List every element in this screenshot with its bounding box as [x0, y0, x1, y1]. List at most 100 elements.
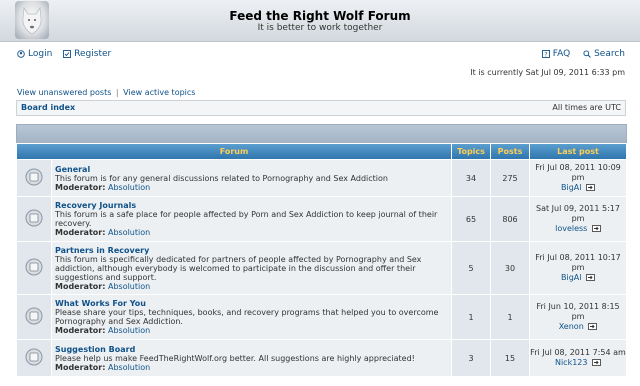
view-latest-post-icon[interactable] [586, 184, 595, 191]
table-row: Partners in Recovery This forum is speci… [17, 242, 626, 294]
forum-read-icon [25, 258, 43, 276]
moderator-label: Moderator: [55, 228, 106, 237]
last-post-user-link[interactable]: BigAl [561, 273, 581, 282]
last-post: Fri Jun 10, 2011 8:15 pm Xenon [530, 295, 626, 339]
last-post-user-link[interactable]: Nick123 [555, 358, 588, 367]
forum-info: Recovery Journals This forum is a safe p… [52, 197, 451, 241]
topics-count: 5 [452, 242, 490, 294]
posts-count: 806 [491, 197, 529, 241]
register-label[interactable]: Register [74, 49, 111, 59]
search-link[interactable]: Search [583, 49, 625, 59]
last-post-date: Fri Jun 10, 2011 8:15 pm [536, 302, 620, 321]
timezone-note: All times are UTC [552, 103, 621, 112]
register-icon [63, 50, 72, 58]
table-row: General This forum is for any general di… [17, 160, 626, 196]
forum-read-icon [25, 307, 43, 325]
view-latest-post-icon[interactable] [588, 323, 598, 330]
forum-read-icon [25, 348, 43, 366]
svg-text:?: ? [544, 52, 547, 59]
moderator-link[interactable]: Absolution [108, 326, 150, 335]
current-time: It is currently Sat Jul 09, 2011 6:33 pm [470, 68, 625, 77]
login-label[interactable]: Login [28, 49, 52, 59]
moderator-label: Moderator: [55, 326, 106, 335]
last-post: Fri Jul 08, 2011 10:09 pm BigAl [530, 160, 626, 196]
forum-icon-cell [17, 160, 51, 196]
posts-count: 30 [491, 242, 529, 294]
last-post-date: Fri Jul 08, 2011 10:09 pm [535, 163, 621, 182]
forum-read-icon [25, 209, 43, 227]
user-navbar: Login Register ? FAQ Search [17, 49, 625, 61]
forum-info: Suggestion Board Please help us make Fee… [52, 340, 451, 376]
last-post-user-link[interactable]: Xenon [559, 322, 584, 331]
view-latest-post-icon[interactable] [586, 274, 595, 281]
posts-count: 15 [491, 340, 529, 376]
topics-column-header: Topics [452, 144, 490, 159]
moderator-label: Moderator: [55, 182, 106, 192]
table-row: What Works For You Please share your tip… [17, 295, 626, 339]
topics-count: 3 [452, 340, 490, 376]
last-post-date: Sat Jul 09, 2011 5:17 pm [536, 204, 620, 223]
moderator-label: Moderator: [55, 281, 106, 291]
posts-column-header: Posts [491, 144, 529, 159]
forum-description: Please share your tips, techniques, book… [55, 308, 439, 326]
site-header: Feed the Right Wolf Forum It is better t… [0, 0, 640, 42]
last-post: Fri Jul 08, 2011 10:17 pm BigAl [530, 242, 626, 294]
view-active-link[interactable]: View active topics [123, 88, 195, 97]
site-description: It is better to work together [257, 23, 383, 33]
forum-moderator: Moderator: Absolution [55, 282, 150, 291]
quick-links: View unanswered posts | View active topi… [17, 88, 195, 97]
search-icon [583, 50, 591, 58]
forum-moderator: Moderator: Absolution [55, 183, 150, 192]
category-bar [16, 124, 627, 144]
forum-description: This forum is for any general discussion… [55, 173, 388, 183]
moderator-link[interactable]: Absolution [108, 228, 150, 237]
forum-description: Please help us make FeedTheRightWolf.org… [55, 353, 415, 363]
moderator-link[interactable]: Absolution [108, 183, 150, 192]
faq-link[interactable]: ? FAQ [541, 49, 570, 59]
login-link[interactable]: Login [17, 49, 52, 59]
topics-count: 65 [452, 197, 490, 241]
view-latest-post-icon[interactable] [592, 225, 601, 232]
forum-title-link[interactable]: What Works For You [55, 299, 448, 308]
last-post-user-link[interactable]: loveless [555, 224, 587, 233]
forum-moderator: Moderator: Absolution [55, 228, 150, 237]
last-post-user-link[interactable]: BigAl [561, 183, 581, 192]
forum-title-link[interactable]: General [55, 165, 448, 174]
last-post: Sat Jul 09, 2011 5:17 pm loveless [530, 197, 626, 241]
moderator-link[interactable]: Absolution [108, 363, 150, 372]
forum-title-link[interactable]: Recovery Journals [55, 201, 448, 210]
forum-icon-cell [17, 295, 51, 339]
last-post-date: Fri Jul 08, 2011 7:54 am [530, 348, 626, 357]
forum-column-header: Forum [17, 144, 451, 159]
view-latest-post-icon[interactable] [592, 359, 601, 366]
faq-label[interactable]: FAQ [553, 49, 570, 59]
forum-read-icon [25, 168, 43, 186]
site-title[interactable]: Feed the Right Wolf Forum [0, 9, 640, 23]
forum-icon-cell [17, 197, 51, 241]
forum-table: Forum Topics Posts Last post General Thi… [16, 143, 627, 377]
forum-moderator: Moderator: Absolution [55, 326, 150, 335]
register-link[interactable]: Register [63, 49, 111, 59]
table-row: Suggestion Board Please help us make Fee… [17, 340, 626, 376]
separator: | [115, 88, 119, 97]
forum-info: Partners in Recovery This forum is speci… [52, 242, 451, 294]
forum-info: What Works For You Please share your tip… [52, 295, 451, 339]
moderator-link[interactable]: Absolution [108, 282, 150, 291]
breadcrumb: Board index All times are UTC [16, 100, 626, 116]
view-unanswered-link[interactable]: View unanswered posts [17, 88, 111, 97]
topics-count: 1 [452, 295, 490, 339]
forum-icon-cell [17, 242, 51, 294]
login-icon [17, 50, 25, 58]
board-index-link[interactable]: Board index [21, 103, 75, 112]
search-label[interactable]: Search [594, 49, 625, 59]
topics-count: 34 [452, 160, 490, 196]
last-post-column-header: Last post [530, 144, 626, 159]
posts-count: 275 [491, 160, 529, 196]
forum-description: This forum is specifically dedicated for… [55, 254, 422, 282]
table-header-row: Forum Topics Posts Last post [17, 144, 626, 159]
posts-count: 1 [491, 295, 529, 339]
last-post: Fri Jul 08, 2011 7:54 am Nick123 [530, 340, 626, 376]
table-row: Recovery Journals This forum is a safe p… [17, 197, 626, 241]
forum-title-link[interactable]: Suggestion Board [55, 345, 448, 354]
forum-title-link[interactable]: Partners in Recovery [55, 246, 448, 255]
